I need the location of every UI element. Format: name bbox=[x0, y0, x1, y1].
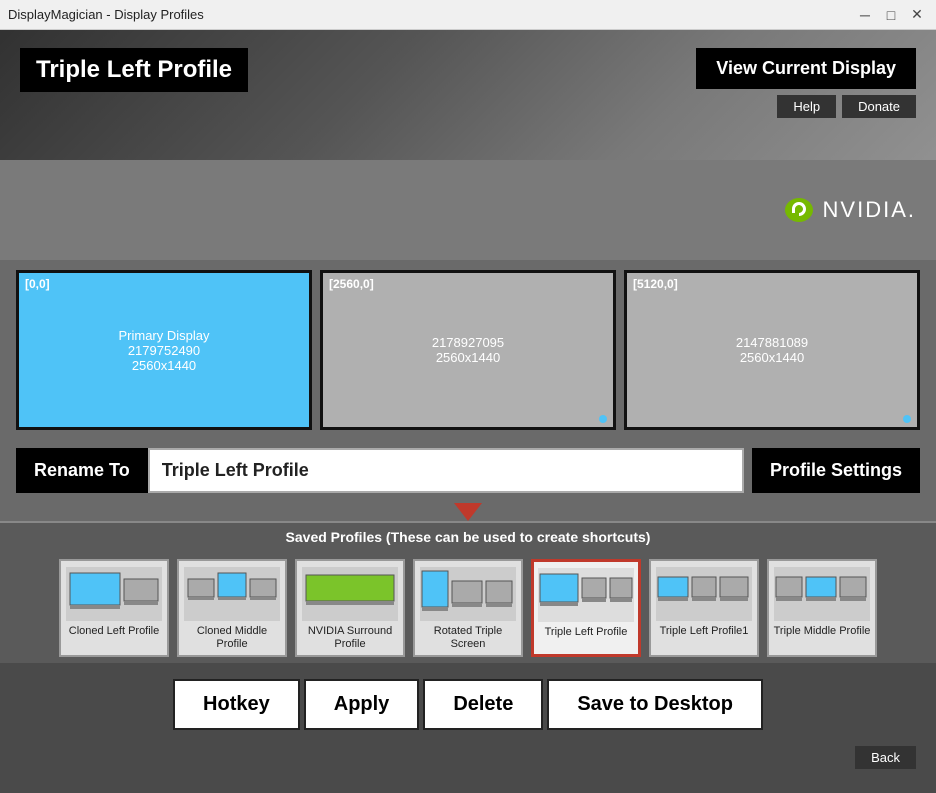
display-2-info: 2178927095 2560x1440 bbox=[432, 335, 504, 365]
header-content: Triple Left Profile View Current Display… bbox=[0, 30, 936, 128]
display-2-line1: 2178927095 bbox=[432, 335, 504, 350]
back-btn-area: Back bbox=[0, 746, 936, 779]
profile-card-img-rotated-triple bbox=[420, 567, 516, 621]
rename-to-label: Rename To bbox=[16, 448, 148, 493]
profile-card-label-cloned-middle: Cloned Middle Profile bbox=[183, 625, 281, 651]
apply-button[interactable]: Apply bbox=[304, 679, 420, 730]
arrow-area bbox=[0, 501, 936, 521]
display-2-line2: 2560x1440 bbox=[432, 350, 504, 365]
nvidia-text-label: NVIDIA. bbox=[823, 197, 916, 223]
profile-card-label-cloned-left: Cloned Left Profile bbox=[69, 625, 160, 638]
bottom-buttons-area: Hotkey Apply Delete Save to Desktop bbox=[0, 663, 936, 746]
profile-preview-rotated-triple bbox=[420, 567, 516, 621]
profile-preview-nvidia-surround bbox=[302, 567, 398, 621]
profile-card-img-triple-middle bbox=[774, 567, 870, 621]
header-secondary-buttons: Help Donate bbox=[777, 95, 916, 118]
minimize-button[interactable]: ─ bbox=[854, 4, 876, 26]
down-arrow-icon bbox=[454, 503, 482, 521]
window-controls: ─ □ ✕ bbox=[854, 4, 928, 26]
rename-input[interactable] bbox=[148, 448, 744, 493]
profile-card-label-triple-left1: Triple Left Profile1 bbox=[660, 625, 749, 638]
display-1-line3: 2560x1440 bbox=[118, 358, 209, 373]
profile-card-label-triple-left: Triple Left Profile bbox=[545, 626, 628, 639]
profile-settings-button[interactable]: Profile Settings bbox=[752, 448, 920, 493]
nvidia-logo-icon bbox=[781, 192, 817, 228]
display-1-line1: Primary Display bbox=[118, 328, 209, 343]
display-2-dot bbox=[599, 415, 607, 423]
profile-preview-triple-left1 bbox=[656, 567, 752, 621]
profiles-area: Cloned Left Profile Cloned Middle Profil… bbox=[0, 551, 936, 663]
profile-card-triple-middle[interactable]: Triple Middle Profile bbox=[767, 559, 877, 657]
profile-card-nvidia-surround[interactable]: NVIDIA Surround Profile bbox=[295, 559, 405, 657]
middle-area: NVIDIA. bbox=[0, 160, 936, 260]
profile-card-label-rotated-triple: Rotated Triple Screen bbox=[419, 625, 517, 651]
profile-card-img-cloned-middle bbox=[184, 567, 280, 621]
view-current-display-button[interactable]: View Current Display bbox=[696, 48, 916, 89]
display-panel-1: [0,0] Primary Display 2179752490 2560x14… bbox=[16, 270, 312, 430]
title-bar: DisplayMagician - Display Profiles ─ □ ✕ bbox=[0, 0, 936, 30]
close-button[interactable]: ✕ bbox=[906, 4, 928, 26]
profile-card-img-triple-left1 bbox=[656, 567, 752, 621]
display-3-dot bbox=[903, 415, 911, 423]
hotkey-button[interactable]: Hotkey bbox=[173, 679, 300, 730]
display-1-line2: 2179752490 bbox=[118, 343, 209, 358]
display-2-coords: [2560,0] bbox=[329, 277, 374, 291]
display-1-info: Primary Display 2179752490 2560x1440 bbox=[118, 328, 209, 373]
profile-card-rotated-triple[interactable]: Rotated Triple Screen bbox=[413, 559, 523, 657]
maximize-button[interactable]: □ bbox=[880, 4, 902, 26]
donate-button[interactable]: Donate bbox=[842, 95, 916, 118]
display-3-coords: [5120,0] bbox=[633, 277, 678, 291]
display-1-coords: [0,0] bbox=[25, 277, 50, 291]
display-3-info: 2147881089 2560x1440 bbox=[736, 335, 808, 365]
profile-card-triple-left1[interactable]: Triple Left Profile1 bbox=[649, 559, 759, 657]
profile-card-label-triple-middle: Triple Middle Profile bbox=[774, 625, 871, 638]
profile-preview-cloned-middle bbox=[184, 567, 280, 621]
help-button[interactable]: Help bbox=[777, 95, 836, 118]
profile-card-img-nvidia-surround bbox=[302, 567, 398, 621]
displays-area: [0,0] Primary Display 2179752490 2560x14… bbox=[0, 260, 936, 440]
saved-profiles-banner: Saved Profiles (These can be used to cre… bbox=[0, 521, 936, 551]
profile-card-label-nvidia-surround: NVIDIA Surround Profile bbox=[301, 625, 399, 651]
profile-card-img-cloned-left bbox=[66, 567, 162, 621]
delete-button[interactable]: Delete bbox=[423, 679, 543, 730]
profile-card-img-triple-left bbox=[538, 568, 634, 622]
profile-title: Triple Left Profile bbox=[20, 48, 248, 92]
display-panel-3: [5120,0] 2147881089 2560x1440 bbox=[624, 270, 920, 430]
profile-card-cloned-left[interactable]: Cloned Left Profile bbox=[59, 559, 169, 657]
nvidia-logo: NVIDIA. bbox=[781, 192, 916, 228]
profile-card-cloned-middle[interactable]: Cloned Middle Profile bbox=[177, 559, 287, 657]
window-title: DisplayMagician - Display Profiles bbox=[8, 7, 204, 22]
profile-preview-triple-left bbox=[538, 568, 634, 622]
back-button[interactable]: Back bbox=[855, 746, 916, 769]
profile-card-triple-left[interactable]: Triple Left Profile bbox=[531, 559, 641, 657]
rename-row: Rename To Profile Settings bbox=[0, 440, 936, 501]
profile-preview-triple-middle bbox=[774, 567, 870, 621]
display-panel-2: [2560,0] 2178927095 2560x1440 bbox=[320, 270, 616, 430]
save-to-desktop-button[interactable]: Save to Desktop bbox=[547, 679, 763, 730]
header-area: Triple Left Profile View Current Display… bbox=[0, 30, 936, 160]
display-3-line1: 2147881089 bbox=[736, 335, 808, 350]
header-right: View Current Display Help Donate bbox=[696, 48, 916, 118]
profile-preview-cloned-left bbox=[66, 567, 162, 621]
display-3-line2: 2560x1440 bbox=[736, 350, 808, 365]
